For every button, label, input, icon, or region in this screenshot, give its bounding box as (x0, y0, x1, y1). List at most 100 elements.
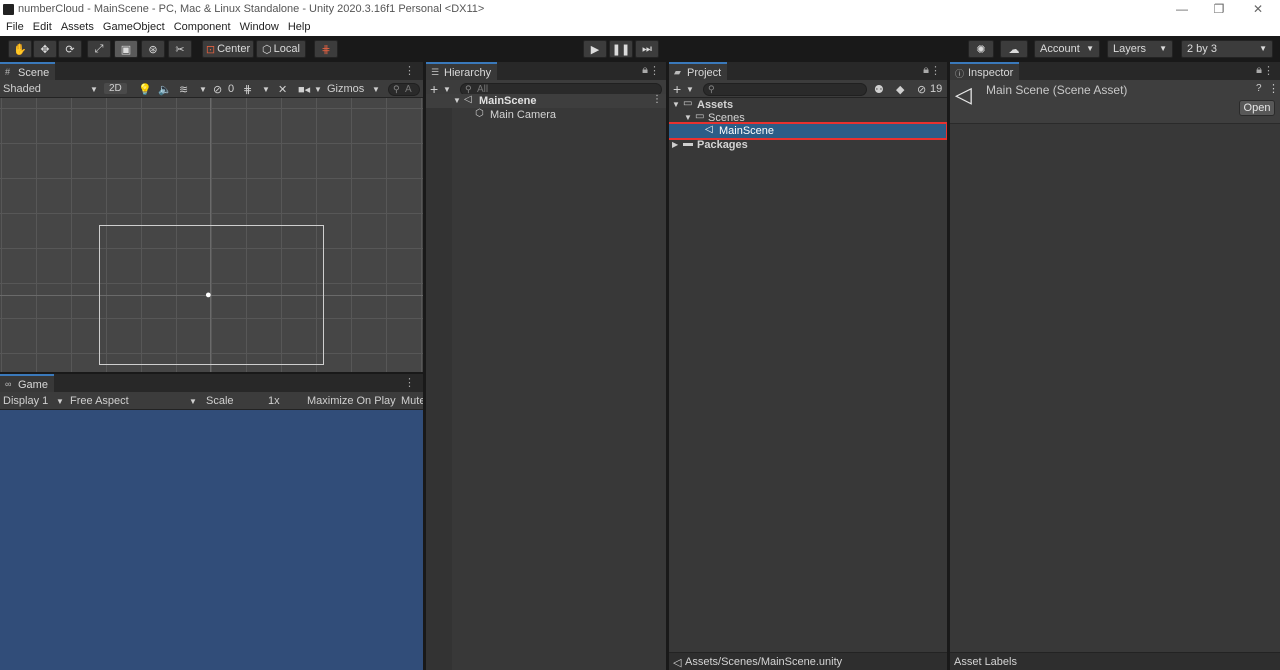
chevron-down-icon[interactable]: ▼ (684, 113, 692, 122)
game-viewport[interactable] (0, 410, 423, 670)
kebab-menu-icon[interactable]: ⋮ (652, 94, 662, 105)
scale-icon: ⤢ (94, 42, 104, 55)
hierarchy-gutter (426, 98, 452, 670)
collab-button[interactable]: ✺ (968, 40, 994, 58)
move-tool-button[interactable]: ✥ (33, 40, 57, 58)
help-icon[interactable]: ? (1256, 83, 1262, 94)
add-icon[interactable]: + (673, 81, 681, 97)
chevron-right-icon[interactable]: ▶ (672, 140, 678, 149)
account-dropdown[interactable]: Account ▼ (1034, 40, 1100, 58)
menu-help[interactable]: Help (285, 20, 314, 33)
transform-tool-button[interactable]: ⊛ (141, 40, 165, 58)
chevron-down-icon[interactable]: ▼ (672, 100, 680, 109)
project-tree-scenes[interactable]: ▼ ▭ Scenes (669, 111, 947, 125)
menu-file[interactable]: File (3, 20, 27, 33)
project-search-input[interactable]: ⚲ (703, 83, 867, 96)
mute-audio-toggle[interactable]: Mute (401, 395, 423, 407)
display-dropdown[interactable]: Display 1 (3, 395, 48, 407)
folder-icon: ▰ (674, 67, 681, 77)
scene-viewport[interactable]: ● (0, 98, 423, 372)
2d-toggle[interactable]: 2D (104, 83, 127, 94)
folder-icon: ▬ (683, 138, 693, 149)
wrench-icon: ✂ (175, 43, 185, 56)
hierarchy-scene-name: MainScene (479, 95, 537, 107)
scale-tool-button[interactable]: ⤢ (87, 40, 111, 58)
lighting-icon[interactable]: 💡 (138, 83, 152, 96)
layers-dropdown[interactable]: Layers ▼ (1107, 40, 1173, 58)
rotate-icon: ⟳ (65, 43, 75, 56)
lock-icon[interactable]: 🔒︎ (1256, 64, 1262, 77)
hierarchy-scene-row[interactable]: ▼ ◁ MainScene ⋮ (426, 94, 666, 108)
menu-gameobject[interactable]: GameObject (100, 20, 168, 33)
project-tree-assets[interactable]: ▼ ▭ Assets (669, 98, 947, 112)
shading-mode-dropdown[interactable]: Shaded (3, 83, 41, 95)
close-button[interactable]: ✕ (1243, 2, 1273, 18)
kebab-menu-icon[interactable]: ⋮ (930, 64, 941, 77)
rect-tool-button[interactable]: ▣ (114, 40, 138, 58)
cloud-button[interactable]: ☁ (1000, 40, 1028, 58)
gamepad-icon: ∞ (5, 379, 12, 389)
open-scene-button[interactable]: Open (1239, 100, 1275, 116)
project-tree-mainscene[interactable]: ◁ MainScene (669, 122, 947, 140)
hidden-packages-icon[interactable]: ⊘ (917, 83, 926, 96)
minimize-button[interactable]: — (1167, 2, 1197, 18)
menu-assets[interactable]: Assets (58, 20, 97, 33)
tab-scene[interactable]: # Scene (0, 62, 56, 80)
chevron-down-icon: ▼ (56, 397, 64, 406)
rect-icon: ▣ (120, 43, 132, 56)
scene-search-input[interactable]: ⚲ A (388, 83, 420, 96)
pivot-center-toggle[interactable]: ⊡ Center (202, 40, 254, 58)
mainscene-asset-label: MainScene (719, 125, 775, 137)
kebab-menu-icon[interactable]: ⋮ (404, 376, 415, 389)
tab-inspector[interactable]: ⓘ Inspector (950, 62, 1020, 80)
audio-icon[interactable]: 🔈 (158, 83, 172, 96)
menu-component[interactable]: Component (171, 20, 234, 33)
custom-tool-button[interactable]: ✂ (168, 40, 192, 58)
menu-edit[interactable]: Edit (30, 20, 55, 33)
restore-button[interactable]: ❐ (1204, 2, 1234, 18)
hierarchy-object-row[interactable]: ⬡ Main Camera (426, 108, 666, 122)
hierarchy-object-label: Main Camera (490, 109, 557, 121)
scene-toolbar: Shaded ▼ 2D 💡 🔈 ≋ ▼ ⊘ 0 ⋕ ▼ ✕ ■◂ ▼ Gizmo… (0, 80, 423, 98)
maximize-on-play-toggle[interactable]: Maximize On Play (307, 395, 396, 407)
aspect-dropdown[interactable]: Free Aspect (70, 395, 129, 407)
camera-gizmo-icon[interactable]: ● (205, 289, 212, 301)
kebab-menu-icon[interactable]: ⋮ (404, 64, 415, 77)
grid-snap-button[interactable]: ⋕ (314, 40, 338, 58)
play-button[interactable]: ▶ (583, 40, 607, 58)
chevron-down-icon[interactable]: ▼ (453, 96, 461, 105)
camera-settings-icon[interactable]: ■◂ (298, 83, 310, 96)
effects-icon[interactable]: ≋ (179, 83, 188, 96)
tab-game[interactable]: ∞ Game (0, 374, 54, 392)
tab-hierarchy[interactable]: ☰ Hierarchy (426, 62, 498, 80)
tab-project[interactable]: ▰ Project (669, 62, 728, 80)
scale-value: 1x (268, 395, 280, 407)
grid-visibility-icon[interactable]: ⋕ (243, 83, 252, 96)
chevron-down-icon: ▼ (90, 85, 98, 94)
filter-type-icon[interactable]: ⚉ (874, 83, 884, 96)
play-icon: ▶ (590, 43, 600, 56)
step-button[interactable]: ⏭ (635, 40, 659, 58)
selected-asset-path: Assets/Scenes/MainScene.unity (685, 656, 843, 668)
hand-tool-button[interactable]: ✋ (8, 40, 32, 58)
tools-icon[interactable]: ✕ (278, 83, 287, 96)
pause-button[interactable]: ❚❚ (609, 40, 633, 58)
hidden-objects-icon[interactable]: ⊘ (213, 83, 222, 96)
menu-window[interactable]: Window (237, 20, 282, 33)
cloud-icon: ☁ (1008, 43, 1020, 56)
filter-label-icon[interactable]: ◆ (896, 83, 904, 96)
local-label: Local (273, 43, 300, 55)
kebab-menu-icon[interactable]: ⋮ (1268, 82, 1279, 95)
project-tree-packages[interactable]: ▶ ▬ Packages (669, 138, 947, 152)
inspector-asset-title: Main Scene (Scene Asset) (986, 83, 1128, 97)
menu-bar: File Edit Assets GameObject Component Wi… (0, 20, 1280, 36)
gizmos-dropdown[interactable]: Gizmos (327, 83, 364, 95)
rotate-tool-button[interactable]: ⟳ (58, 40, 82, 58)
gameobject-cube-icon: ⬡ (475, 108, 484, 119)
lock-icon[interactable]: 🔒︎ (923, 64, 929, 77)
kebab-menu-icon[interactable]: ⋮ (649, 64, 660, 77)
layout-dropdown[interactable]: 2 by 3 ▼ (1181, 40, 1273, 58)
kebab-menu-icon[interactable]: ⋮ (1263, 64, 1274, 77)
pivot-local-toggle[interactable]: ⬡ Local (256, 40, 306, 58)
lock-icon[interactable]: 🔒︎ (642, 64, 648, 77)
